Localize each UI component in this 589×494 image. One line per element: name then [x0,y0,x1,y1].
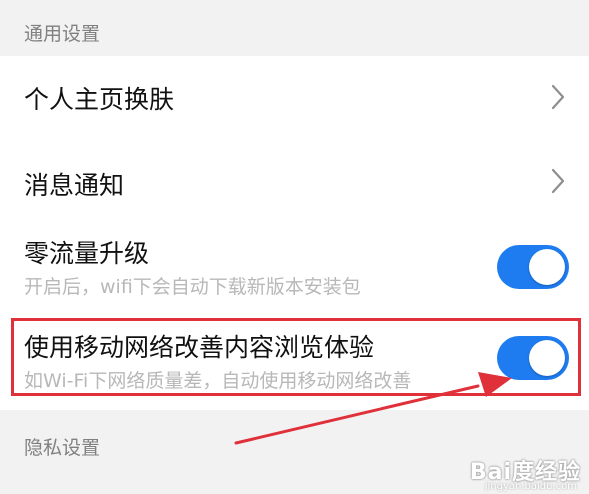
setting-title-mobile-network: 使用移动网络改善内容浏览体验 [24,333,375,362]
setting-row-zero-traffic-upgrade: 零流量升级 开启后，wifi下会自动下载新版本安装包 [0,222,589,318]
setting-row-mobile-network-improve: 使用移动网络改善内容浏览体验 如Wi-Fi下网络质量差，自动使用移动网络改善 [0,318,589,410]
setting-row-skin[interactable]: 个人主页换肤 [0,56,589,138]
zero-traffic-toggle[interactable] [497,245,569,289]
section-title-privacy: 隐私设置 [24,437,101,459]
setting-title-zero-traffic: 零流量升级 [24,239,150,268]
setting-row-notifications[interactable]: 消息通知 [0,138,589,222]
toggle-knob [529,340,565,376]
watermark-url: jingyan.baidu.com [484,481,577,492]
setting-title-skin: 个人主页换肤 [24,85,175,114]
chevron-right-icon [551,168,565,194]
setting-subtitle-mobile-network: 如Wi-Fi下网络质量差，自动使用移动网络改善 [24,370,412,392]
chevron-right-icon [551,84,565,110]
section-title-general: 通用设置 [24,23,101,45]
toggle-knob [529,249,565,285]
mobile-network-toggle[interactable] [497,336,569,380]
section-header-general: 通用设置 [0,0,589,56]
setting-subtitle-zero-traffic: 开启后，wifi下会自动下载新版本安装包 [24,276,361,298]
setting-title-notifications: 消息通知 [24,171,125,200]
